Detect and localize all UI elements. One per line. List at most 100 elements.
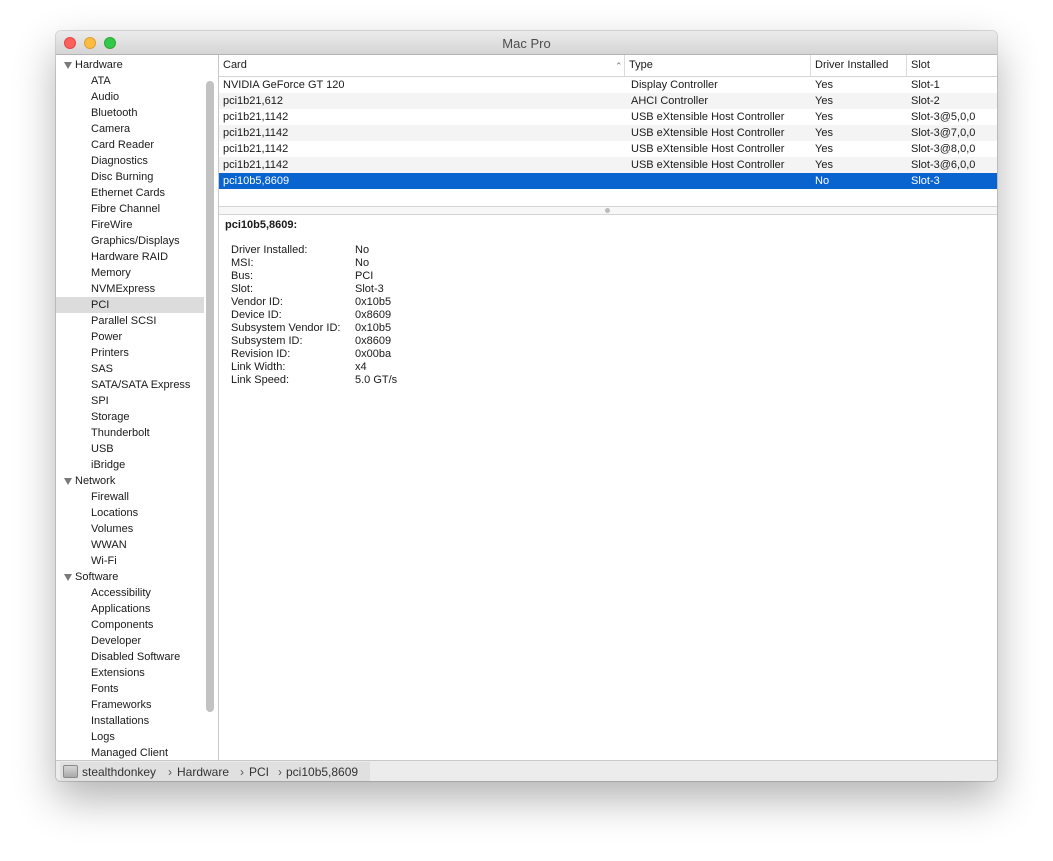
sidebar-item-hardware-raid[interactable]: Hardware RAID: [56, 249, 204, 265]
sidebar-item-graphics-displays[interactable]: Graphics/Displays: [56, 233, 204, 249]
sidebar-item-nvmexpress[interactable]: NVMExpress: [56, 281, 204, 297]
sidebar-item-locations[interactable]: Locations: [56, 505, 204, 521]
sidebar-item-disc-burning[interactable]: Disc Burning: [56, 169, 204, 185]
sidebar-item-developer[interactable]: Developer: [56, 633, 204, 649]
sidebar-item-label: Firewall: [91, 491, 129, 503]
column-header-type[interactable]: Type: [625, 55, 811, 76]
system-information-window: Mac Pro Hardware ATA Audio Bluetooth Camera C…: [56, 31, 997, 781]
sidebar-item-disabled-software[interactable]: Disabled Software: [56, 649, 204, 665]
sidebar-item-logs[interactable]: Logs: [56, 729, 204, 745]
sidebar-item-usb[interactable]: USB: [56, 441, 204, 457]
split-handle-icon[interactable]: [605, 208, 610, 213]
sidebar-item-applications[interactable]: Applications: [56, 601, 204, 617]
sidebar-item-spi[interactable]: SPI: [56, 393, 204, 409]
table-row[interactable]: pci1b21,1142 USB eXtensible Host Controll…: [219, 125, 997, 141]
sidebar-item-frameworks[interactable]: Frameworks: [56, 697, 204, 713]
sidebar-item-thunderbolt[interactable]: Thunderbolt: [56, 425, 204, 441]
detail-pane: pci10b5,8609: Driver Installed: No MSI: No B…: [219, 215, 997, 760]
sidebar-item-label: Volumes: [91, 523, 134, 535]
sidebar-item-ethernet-cards[interactable]: Ethernet Cards: [56, 185, 204, 201]
table-row[interactable]: pci1b21,1142 USB eXtensible Host Controll…: [219, 109, 997, 125]
computer-icon: [63, 765, 78, 778]
sidebar-item-installations[interactable]: Installations: [56, 713, 204, 729]
breadcrumb-separator: ›: [240, 765, 244, 779]
disclosure-triangle-icon[interactable]: [64, 62, 72, 69]
sidebar-item-power[interactable]: Power: [56, 329, 204, 345]
sidebar-item-camera[interactable]: Camera: [56, 121, 204, 137]
sidebar-group-software[interactable]: Software: [56, 569, 204, 585]
detail-row: Link Width: x4: [231, 361, 731, 374]
table-cell-driver-installed: Yes: [815, 159, 833, 171]
table-row[interactable]: pci1b21,1142 USB eXtensible Host Controll…: [219, 141, 997, 157]
sidebar-item-audio[interactable]: Audio: [56, 89, 204, 105]
sidebar-item-label: Audio: [91, 91, 120, 103]
sidebar-item-label: Logs: [91, 731, 115, 743]
sidebar-item-pci[interactable]: PCI: [56, 297, 204, 313]
sidebar-item-bluetooth[interactable]: Bluetooth: [56, 105, 204, 121]
sidebar-item-firewire[interactable]: FireWire: [56, 217, 204, 233]
sidebar-item-fibre-channel[interactable]: Fibre Channel: [56, 201, 204, 217]
disclosure-triangle-icon[interactable]: [64, 574, 72, 581]
detail-value: 0x00ba: [355, 348, 392, 360]
sidebar-item-volumes[interactable]: Volumes: [56, 521, 204, 537]
sidebar-item-ata[interactable]: ATA: [56, 73, 204, 89]
sidebar-item-storage[interactable]: Storage: [56, 409, 204, 425]
sidebar-item-extensions[interactable]: Extensions: [56, 665, 204, 681]
sidebar-item-label: Wi-Fi: [91, 555, 117, 567]
column-header-driver-installed[interactable]: Driver Installed: [811, 55, 907, 76]
table-cell-driver-installed: Yes: [815, 111, 833, 123]
sidebar-item-wwan[interactable]: WWAN: [56, 537, 204, 553]
detail-value: 0x8609: [355, 335, 392, 347]
sidebar-item-label: Fonts: [91, 683, 119, 695]
sidebar-item-label: iBridge: [91, 459, 126, 471]
detail-value: No: [355, 244, 370, 256]
sidebar-item-accessibility[interactable]: Accessibility: [56, 585, 204, 601]
sidebar-item-parallel-scsi[interactable]: Parallel SCSI: [56, 313, 204, 329]
device-table: ⌃ Card Type Driver Installed Slot NVIDIA Ge…: [219, 55, 997, 206]
table-cell-slot: Slot-3@6,0,0: [911, 159, 976, 171]
sidebar-item-label: Applications: [91, 603, 151, 615]
table-row[interactable]: pci1b21,612 AHCI Controller Yes Slot-2: [219, 93, 997, 109]
breadcrumb-item-pci[interactable]: PCI: [249, 765, 269, 779]
breadcrumb-item-stealthdonkey[interactable]: stealthdonkey: [82, 765, 156, 779]
sidebar-item-sata-sata-express[interactable]: SATA/SATA Express: [56, 377, 204, 393]
table-row[interactable]: NVIDIA GeForce GT 120 Display Controller Y…: [219, 77, 997, 93]
sidebar: Hardware ATA Audio Bluetooth Camera Card Read…: [56, 55, 218, 760]
sidebar-item-components[interactable]: Components: [56, 617, 204, 633]
sidebar-item-wi-fi[interactable]: Wi-Fi: [56, 553, 204, 569]
column-header-card[interactable]: Card: [219, 55, 625, 76]
sidebar-item-diagnostics[interactable]: Diagnostics: [56, 153, 204, 169]
sidebar-item-printers[interactable]: Printers: [56, 345, 204, 361]
sidebar-item-label: USB: [91, 443, 114, 455]
column-header-slot[interactable]: Slot: [907, 55, 997, 76]
sidebar-item-ibridge[interactable]: iBridge: [56, 457, 204, 473]
sidebar-item-card-reader[interactable]: Card Reader: [56, 137, 204, 153]
breadcrumb-item-hardware[interactable]: Hardware: [177, 765, 229, 779]
disclosure-triangle-icon[interactable]: [64, 478, 72, 485]
sidebar-item-managed-client[interactable]: Managed Client: [56, 745, 204, 760]
table-row[interactable]: pci10b5,8609 No Slot-3: [219, 173, 997, 189]
sidebar-group-network[interactable]: Network: [56, 473, 204, 489]
breadcrumb-item-pci10b5-8609[interactable]: pci10b5,8609: [286, 765, 358, 779]
table-cell-type: AHCI Controller: [631, 95, 709, 107]
sidebar-group-hardware[interactable]: Hardware: [56, 57, 204, 73]
sidebar-item-memory[interactable]: Memory: [56, 265, 204, 281]
sidebar-item-firewall[interactable]: Firewall: [56, 489, 204, 505]
sidebar-item-label: Managed Client: [91, 747, 169, 759]
table-cell-card: pci10b5,8609: [223, 175, 290, 187]
table-header: ⌃ Card Type Driver Installed Slot: [219, 55, 997, 77]
split-view-divider[interactable]: [219, 206, 997, 215]
detail-row: MSI: No: [231, 257, 731, 270]
sidebar-item-label: Fibre Channel: [91, 203, 161, 215]
table-cell-driver-installed: Yes: [815, 79, 833, 91]
table-cell-slot: Slot-3@5,0,0: [911, 111, 976, 123]
detail-label: Slot:: [231, 283, 254, 295]
sidebar-scrollbar[interactable]: [206, 81, 214, 712]
sidebar-item-label: Accessibility: [91, 587, 151, 599]
sidebar-item-label: Card Reader: [91, 139, 154, 151]
sidebar-item-sas[interactable]: SAS: [56, 361, 204, 377]
sidebar-item-fonts[interactable]: Fonts: [56, 681, 204, 697]
sidebar-item-label: Ethernet Cards: [91, 187, 165, 199]
table-row[interactable]: pci1b21,1142 USB eXtensible Host Controll…: [219, 157, 997, 173]
title-bar[interactable]: Mac Pro: [56, 31, 997, 55]
